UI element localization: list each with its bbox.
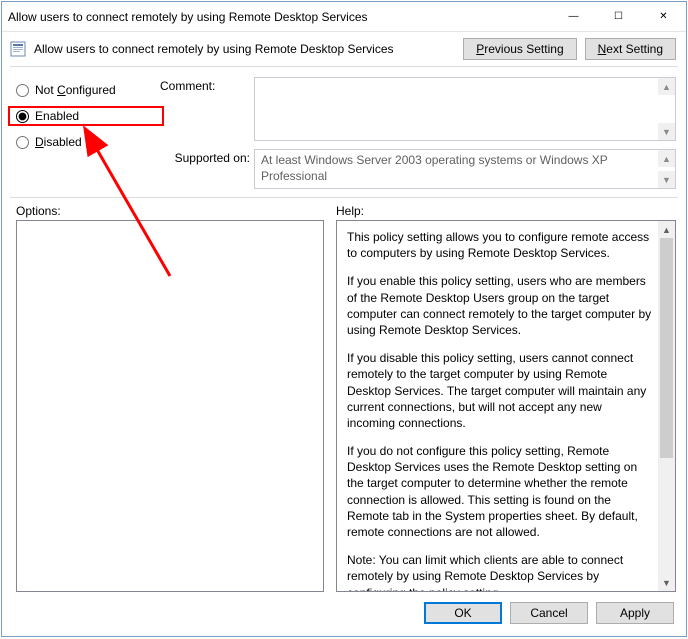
scroll-down-button[interactable]: ▼ <box>658 574 675 591</box>
policy-title: Allow users to connect remotely by using… <box>34 42 455 56</box>
supported-on-box: At least Windows Server 2003 operating s… <box>254 149 676 189</box>
radio-not-configured-input[interactable] <box>16 84 29 97</box>
supported-scroll-down[interactable]: ▼ <box>658 171 675 188</box>
options-label: Options: <box>16 204 336 218</box>
help-paragraph: This policy setting allows you to config… <box>347 229 652 261</box>
maximize-button[interactable]: ☐ <box>596 2 641 31</box>
chevron-down-icon: ▼ <box>662 127 671 137</box>
enabled-highlight: Enabled <box>8 106 164 126</box>
ok-button[interactable]: OK <box>424 602 502 624</box>
help-paragraph: Note: You can limit which clients are ab… <box>347 552 652 591</box>
next-setting-button[interactable]: Next Setting <box>585 38 676 60</box>
comment-scroll-up[interactable]: ▲ <box>658 78 675 95</box>
radio-enabled-label: Enabled <box>35 109 79 123</box>
comment-scroll-down[interactable]: ▼ <box>658 123 675 140</box>
cancel-button[interactable]: Cancel <box>510 602 588 624</box>
maximize-icon: ☐ <box>614 11 623 22</box>
scroll-track[interactable] <box>658 238 675 574</box>
comment-label: Comment: <box>160 77 250 141</box>
chevron-up-icon: ▲ <box>662 82 671 92</box>
chevron-down-icon: ▼ <box>662 578 671 588</box>
window-title: Allow users to connect remotely by using… <box>8 10 551 24</box>
policy-editor-window: Allow users to connect remotely by using… <box>1 1 687 637</box>
options-pane <box>16 220 324 592</box>
chevron-up-icon: ▲ <box>662 225 671 235</box>
help-scrollbar[interactable]: ▲ ▼ <box>658 221 675 591</box>
radio-not-configured[interactable]: Not Configured <box>16 81 156 99</box>
chevron-up-icon: ▲ <box>662 154 671 164</box>
minimize-icon: — <box>569 11 579 22</box>
lower-panes: This policy setting allows you to config… <box>2 220 686 592</box>
radio-enabled-input[interactable] <box>16 110 29 123</box>
scroll-up-button[interactable]: ▲ <box>658 221 675 238</box>
titlebar: Allow users to connect remotely by using… <box>2 2 686 32</box>
dialog-button-bar: OK Cancel Apply <box>2 592 686 636</box>
state-radio-group: Not Configured Enabled Disabled <box>16 77 156 189</box>
close-icon: ✕ <box>659 11 667 22</box>
close-button[interactable]: ✕ <box>641 2 686 31</box>
supported-on-text: At least Windows Server 2003 operating s… <box>255 150 675 187</box>
minimize-button[interactable]: — <box>551 2 596 31</box>
comment-textarea[interactable]: ▲ ▼ <box>254 77 676 141</box>
dialog-header: Allow users to connect remotely by using… <box>2 32 686 66</box>
radio-disabled-input[interactable] <box>16 136 29 149</box>
mid-labels: Options: Help: <box>16 204 676 218</box>
scroll-thumb[interactable] <box>660 238 673 458</box>
help-paragraph: If you do not configure this policy sett… <box>347 443 652 540</box>
radio-disabled[interactable]: Disabled <box>16 133 156 151</box>
radio-not-configured-label: Not Configured <box>35 83 116 97</box>
help-pane: This policy setting allows you to config… <box>336 220 676 592</box>
chevron-down-icon: ▼ <box>662 175 671 185</box>
help-text: This policy setting allows you to config… <box>337 221 658 591</box>
supported-label: Supported on: <box>160 149 250 189</box>
policy-icon <box>10 41 26 57</box>
apply-button[interactable]: Apply <box>596 602 674 624</box>
help-label: Help: <box>336 204 364 218</box>
settings-area: Not Configured Enabled Disabled Comment:… <box>2 67 686 193</box>
divider <box>10 197 678 198</box>
previous-setting-button[interactable]: Previous Setting <box>463 38 576 60</box>
radio-disabled-label: Disabled <box>35 135 82 149</box>
help-paragraph: If you enable this policy setting, users… <box>347 273 652 338</box>
help-paragraph: If you disable this policy setting, user… <box>347 350 652 431</box>
supported-scroll-up[interactable]: ▲ <box>658 150 675 167</box>
